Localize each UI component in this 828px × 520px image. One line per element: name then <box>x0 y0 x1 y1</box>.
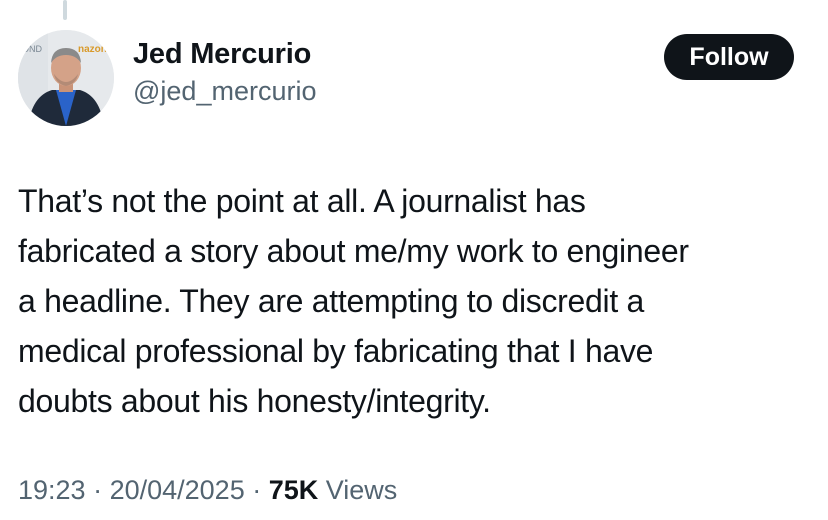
avatar[interactable]: YOND nazon <box>18 30 114 126</box>
avatar-backdrop-text-right: nazon <box>78 44 107 55</box>
thread-connector-line <box>63 0 67 20</box>
tweet-time[interactable]: 19:23 <box>18 475 86 505</box>
author-display-name[interactable]: Jed Mercurio <box>133 36 316 72</box>
views-count[interactable]: 75K <box>269 475 319 505</box>
avatar-backdrop-text-left: YOND <box>18 44 43 54</box>
meta-separator: · <box>85 475 110 505</box>
author-handle[interactable]: @jed_mercurio <box>133 74 316 108</box>
follow-button[interactable]: Follow <box>664 34 794 80</box>
tweet-meta: 19:23 · 20/04/2025 · 75K Views <box>18 470 397 510</box>
meta-separator: · <box>244 475 269 505</box>
tweet-text: That’s not the point at all. A journalis… <box>18 183 689 419</box>
avatar-photo-icon: YOND nazon <box>18 30 114 126</box>
user-info: Jed Mercurio @jed_mercurio <box>133 36 316 108</box>
views-label[interactable]: Views <box>318 475 398 505</box>
tweet-date[interactable]: 20/04/2025 <box>110 475 245 505</box>
